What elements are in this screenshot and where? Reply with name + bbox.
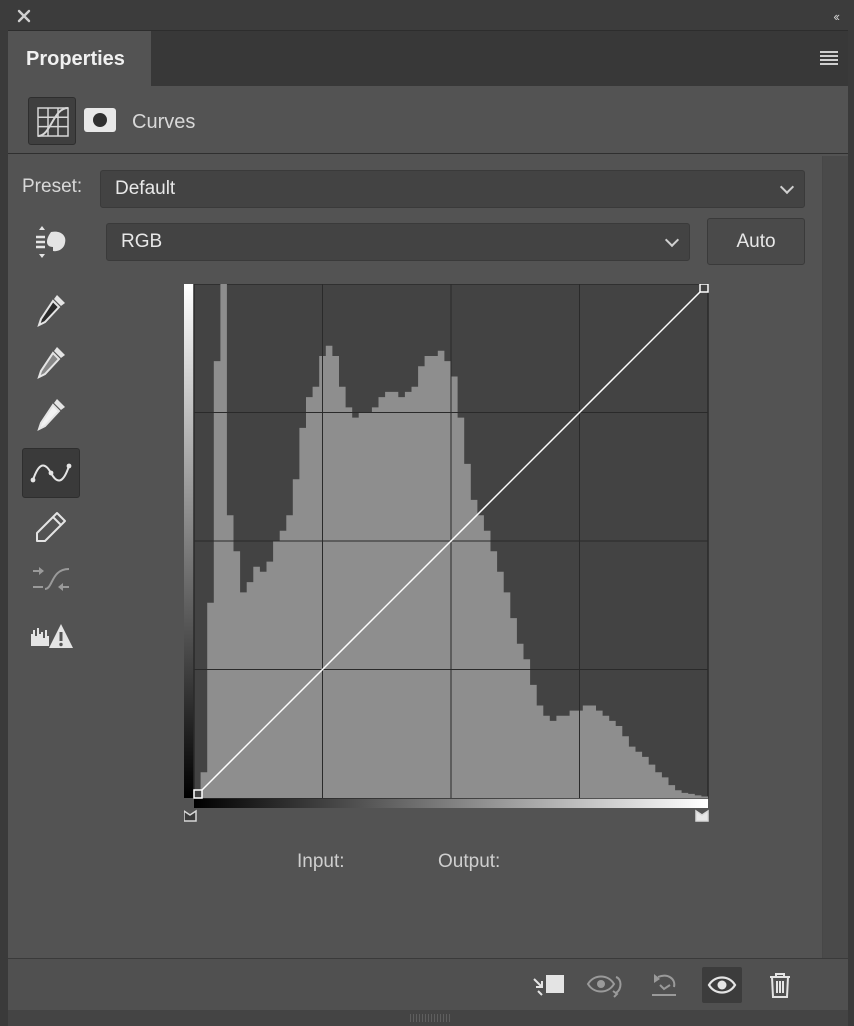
layer-mask-button[interactable]: [84, 108, 116, 132]
smooth-curve-icon: [33, 567, 70, 591]
clip-to-layer-button[interactable]: [528, 967, 568, 1003]
tab-row: Properties: [8, 30, 848, 87]
input-label: Input:: [297, 851, 345, 872]
auto-button-label: Auto: [736, 230, 776, 252]
preset-label: Preset:: [22, 176, 83, 197]
window-titlebar: ‹‹: [0, 0, 854, 30]
reset-icon: [652, 974, 676, 996]
chevron-down-icon: [779, 179, 795, 195]
visibility-eye-icon: [707, 976, 737, 994]
curve-points-tool[interactable]: [22, 448, 80, 498]
clipping-warning-icon: [31, 624, 73, 648]
scrollbar-track[interactable]: [822, 156, 848, 958]
gray-point-eyedropper-icon: [37, 347, 65, 379]
trash-icon: [770, 973, 790, 998]
view-previous-state-icon: [586, 975, 622, 998]
curve-point-black[interactable]: [193, 789, 203, 799]
panel-menu-icon[interactable]: [820, 51, 838, 65]
preset-value: Default: [115, 178, 176, 199]
curves-adjustment-button[interactable]: [28, 97, 76, 145]
black-point-eyedropper-tool[interactable]: [22, 286, 80, 336]
pencil-icon: [36, 512, 66, 542]
clip-to-layer-icon: [533, 975, 564, 996]
input-gradient-bar: [194, 798, 708, 808]
auto-button[interactable]: Auto: [707, 218, 805, 265]
channel-dropdown[interactable]: RGB: [106, 223, 690, 261]
adjustment-header: Curves: [8, 86, 848, 154]
curve-points-icon: [30, 463, 72, 483]
clipping-warning-tool[interactable]: [22, 611, 80, 661]
curves-graph-svg[interactable]: [183, 283, 714, 844]
delete-button[interactable]: [760, 967, 800, 1003]
bottom-toolbar: [8, 958, 848, 1010]
preset-dropdown[interactable]: Default: [100, 170, 805, 208]
output-label: Output:: [438, 851, 501, 872]
white-slider-icon[interactable]: [695, 809, 709, 822]
black-slider-icon[interactable]: [183, 809, 197, 822]
close-icon[interactable]: [16, 8, 32, 24]
white-point-eyedropper-icon: [37, 399, 65, 431]
pencil-tool[interactable]: [22, 502, 80, 552]
white-point-eyedropper-tool[interactable]: [22, 390, 80, 440]
properties-panel: Curves Preset: Default RGB Auto Input: O…: [8, 86, 848, 1010]
tab-properties-label: Properties: [26, 47, 125, 70]
curve-point-white[interactable]: [699, 283, 709, 293]
channel-value: RGB: [121, 231, 163, 252]
gray-point-eyedropper-tool[interactable]: [22, 338, 80, 388]
view-previous-state-button[interactable]: [586, 967, 626, 1003]
adjustment-title: Curves: [132, 111, 196, 133]
panel-resize-grip[interactable]: [8, 1010, 848, 1026]
black-point-eyedropper-icon: [37, 295, 65, 327]
on-image-adjust-tool[interactable]: [22, 217, 80, 267]
collapse-panel-icon[interactable]: ‹‹: [833, 9, 840, 24]
reset-button[interactable]: [644, 967, 684, 1003]
smooth-curve-tool: [22, 554, 80, 604]
curves-graph[interactable]: [183, 283, 714, 844]
on-image-adjust-icon: [36, 226, 66, 258]
curves-grid-icon: [37, 107, 69, 137]
tab-properties[interactable]: Properties: [8, 31, 151, 87]
visibility-toggle-button[interactable]: [702, 967, 742, 1003]
output-gradient-bar: [184, 284, 194, 798]
chevron-down-icon: [664, 232, 680, 248]
